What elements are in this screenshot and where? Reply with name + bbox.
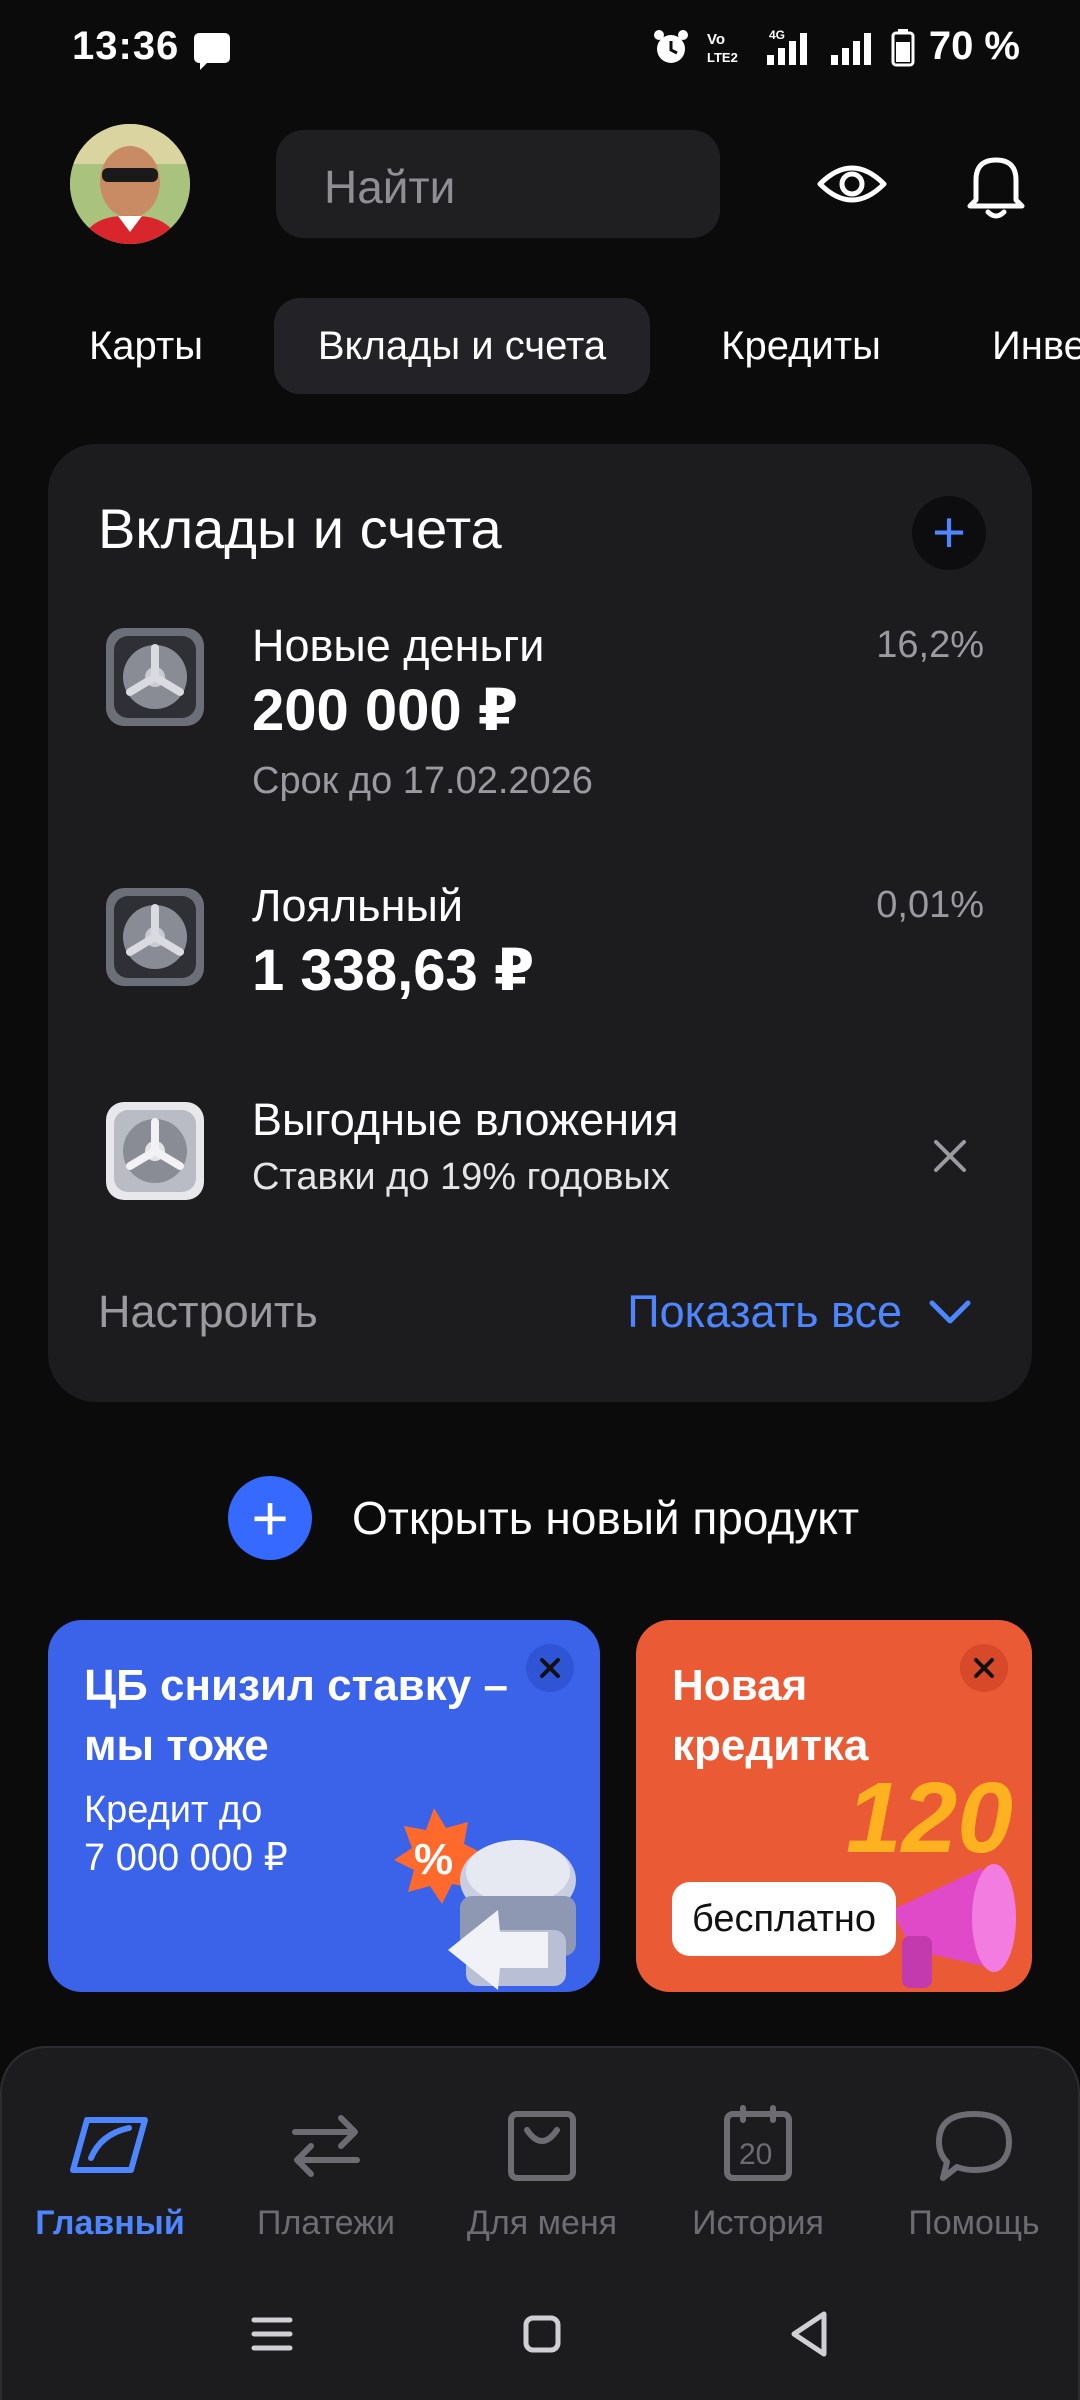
promo-title: ЦБ снизил ставку – мы тоже bbox=[84, 1661, 508, 1770]
search-input[interactable]: Найти bbox=[276, 130, 720, 238]
plus-icon: + bbox=[228, 1476, 312, 1560]
battery-percent: 70 % bbox=[928, 24, 1020, 68]
recent-apps-button[interactable] bbox=[240, 2302, 304, 2366]
svg-text:%: % bbox=[414, 1835, 453, 1884]
nav-label: История bbox=[692, 2204, 824, 2242]
transfer-icon bbox=[292, 2115, 360, 2177]
volte-icon: Vo LTE2 bbox=[707, 31, 738, 65]
nav-label: Для меня bbox=[466, 2204, 618, 2242]
free-badge: бесплатно bbox=[672, 1882, 897, 1956]
deposit-row[interactable]: Лояльный 1 338,63 ₽ 0,01% bbox=[48, 880, 1032, 1020]
nav-label: Платежи bbox=[257, 2204, 395, 2242]
search-placeholder: Найти bbox=[324, 161, 456, 213]
notifications-button[interactable] bbox=[956, 144, 1036, 224]
nav-item-history[interactable]: 20 История bbox=[658, 2100, 858, 2243]
open-new-product-button[interactable]: + Открыть новый продукт bbox=[228, 1476, 859, 1560]
status-time: 13:36 bbox=[72, 24, 180, 68]
card-title: Вклады и счета bbox=[98, 497, 502, 560]
product-tabs: Карты Вклады и счета Кредиты Инве bbox=[0, 298, 1080, 398]
promo-close-button[interactable] bbox=[960, 1644, 1008, 1692]
nav-item-help[interactable]: Помощь bbox=[874, 2100, 1074, 2243]
promo-close-button[interactable] bbox=[526, 1644, 574, 1692]
deposits-card: Вклады и счета + Новые деньги 200 000 ₽ … bbox=[48, 444, 1032, 1402]
status-bar: 13:36 Vo LTE2 4G 70 % bbox=[0, 0, 1080, 100]
add-account-button[interactable]: + bbox=[912, 496, 986, 570]
battery-icon bbox=[891, 28, 915, 66]
deposit-term: Срок до 17.02.2026 bbox=[252, 760, 593, 802]
bell-icon bbox=[967, 157, 1025, 219]
offer-row[interactable]: Выгодные вложения Ставки до 19% годовых bbox=[48, 1094, 1032, 1224]
deposit-row[interactable]: Новые деньги 200 000 ₽ Срок до 17.02.202… bbox=[48, 620, 1032, 840]
home-icon bbox=[70, 2117, 148, 2173]
calendar-day: 20 bbox=[739, 2138, 772, 2171]
safe-icon bbox=[106, 628, 204, 726]
deposit-amount: 1 338,63 ₽ bbox=[252, 938, 535, 1003]
svg-text:4G: 4G bbox=[769, 28, 785, 42]
signal-4g-icon: 4G bbox=[766, 28, 807, 65]
calendar-icon: 20 bbox=[724, 2105, 792, 2181]
show-all-button[interactable]: Показать все bbox=[627, 1286, 972, 1338]
bottom-navigation: Главный Платежи Для меня 20 История Помо… bbox=[0, 2046, 1080, 2400]
promo-art-number: 120 bbox=[846, 1762, 1013, 1874]
offer-subtitle: Ставки до 19% годовых bbox=[252, 1156, 670, 1198]
bag-icon bbox=[508, 2111, 576, 2181]
promo-subtitle: Кредит до 7 000 000 ₽ bbox=[84, 1789, 288, 1879]
tab-credits[interactable]: Кредиты bbox=[690, 298, 912, 394]
close-icon[interactable] bbox=[922, 1128, 978, 1184]
deposit-amount: 200 000 ₽ bbox=[252, 678, 519, 743]
nav-item-for-me[interactable]: Для меня bbox=[442, 2100, 642, 2243]
nav-label: Главный bbox=[35, 2204, 185, 2242]
offer-title: Выгодные вложения bbox=[252, 1094, 679, 1145]
alarm-icon bbox=[653, 29, 688, 63]
hide-balance-button[interactable] bbox=[812, 144, 892, 224]
svg-text:Vo: Vo bbox=[707, 31, 725, 48]
settings-link[interactable]: Настроить bbox=[98, 1286, 318, 1338]
safe-icon bbox=[106, 888, 204, 986]
open-product-label: Открыть новый продукт bbox=[352, 1492, 860, 1544]
promo-title: Новая кредитка bbox=[672, 1661, 869, 1770]
nav-item-home[interactable]: Главный bbox=[10, 2100, 210, 2243]
chevron-down-icon bbox=[929, 1300, 971, 1324]
chat-icon bbox=[936, 2111, 1012, 2181]
deposit-rate: 0,01% bbox=[876, 884, 984, 926]
back-button[interactable] bbox=[778, 2302, 842, 2366]
coins-illustration: % bbox=[394, 1808, 576, 1990]
status-icons: Vo LTE2 4G 70 % bbox=[651, 24, 1020, 69]
tab-cards[interactable]: Карты bbox=[60, 298, 232, 394]
nav-label: Помощь bbox=[908, 2204, 1040, 2242]
profile-avatar[interactable] bbox=[70, 124, 190, 244]
system-navigation-bar bbox=[2, 2284, 1080, 2384]
svg-text:LTE2: LTE2 bbox=[707, 50, 738, 65]
home-button[interactable] bbox=[510, 2302, 574, 2366]
signal-icon bbox=[830, 32, 871, 65]
nav-item-payments[interactable]: Платежи bbox=[226, 2100, 426, 2243]
deposit-rate: 16,2% bbox=[876, 624, 984, 666]
safe-icon bbox=[106, 1102, 204, 1200]
promo-card-credit-card[interactable]: Новая кредитка 120 бесплатно bbox=[636, 1620, 1032, 1992]
avatar-photo bbox=[70, 124, 190, 244]
close-icon bbox=[974, 1658, 994, 1678]
show-all-label: Показать все bbox=[627, 1286, 902, 1337]
deposit-name: Лояльный bbox=[252, 880, 463, 931]
tab-deposits[interactable]: Вклады и счета bbox=[274, 298, 650, 394]
eye-icon bbox=[817, 165, 887, 203]
close-icon bbox=[540, 1658, 560, 1678]
megaphone-illustration: 120 bbox=[846, 1762, 1016, 1988]
promo-card-rate-cut[interactable]: ЦБ снизил ставку – мы тоже Кредит до 7 0… bbox=[48, 1620, 600, 1992]
message-notification-icon bbox=[194, 33, 230, 70]
deposit-name: Новые деньги bbox=[252, 620, 545, 671]
tab-investments[interactable]: Инве bbox=[980, 298, 1080, 394]
plus-icon: + bbox=[932, 500, 966, 565]
